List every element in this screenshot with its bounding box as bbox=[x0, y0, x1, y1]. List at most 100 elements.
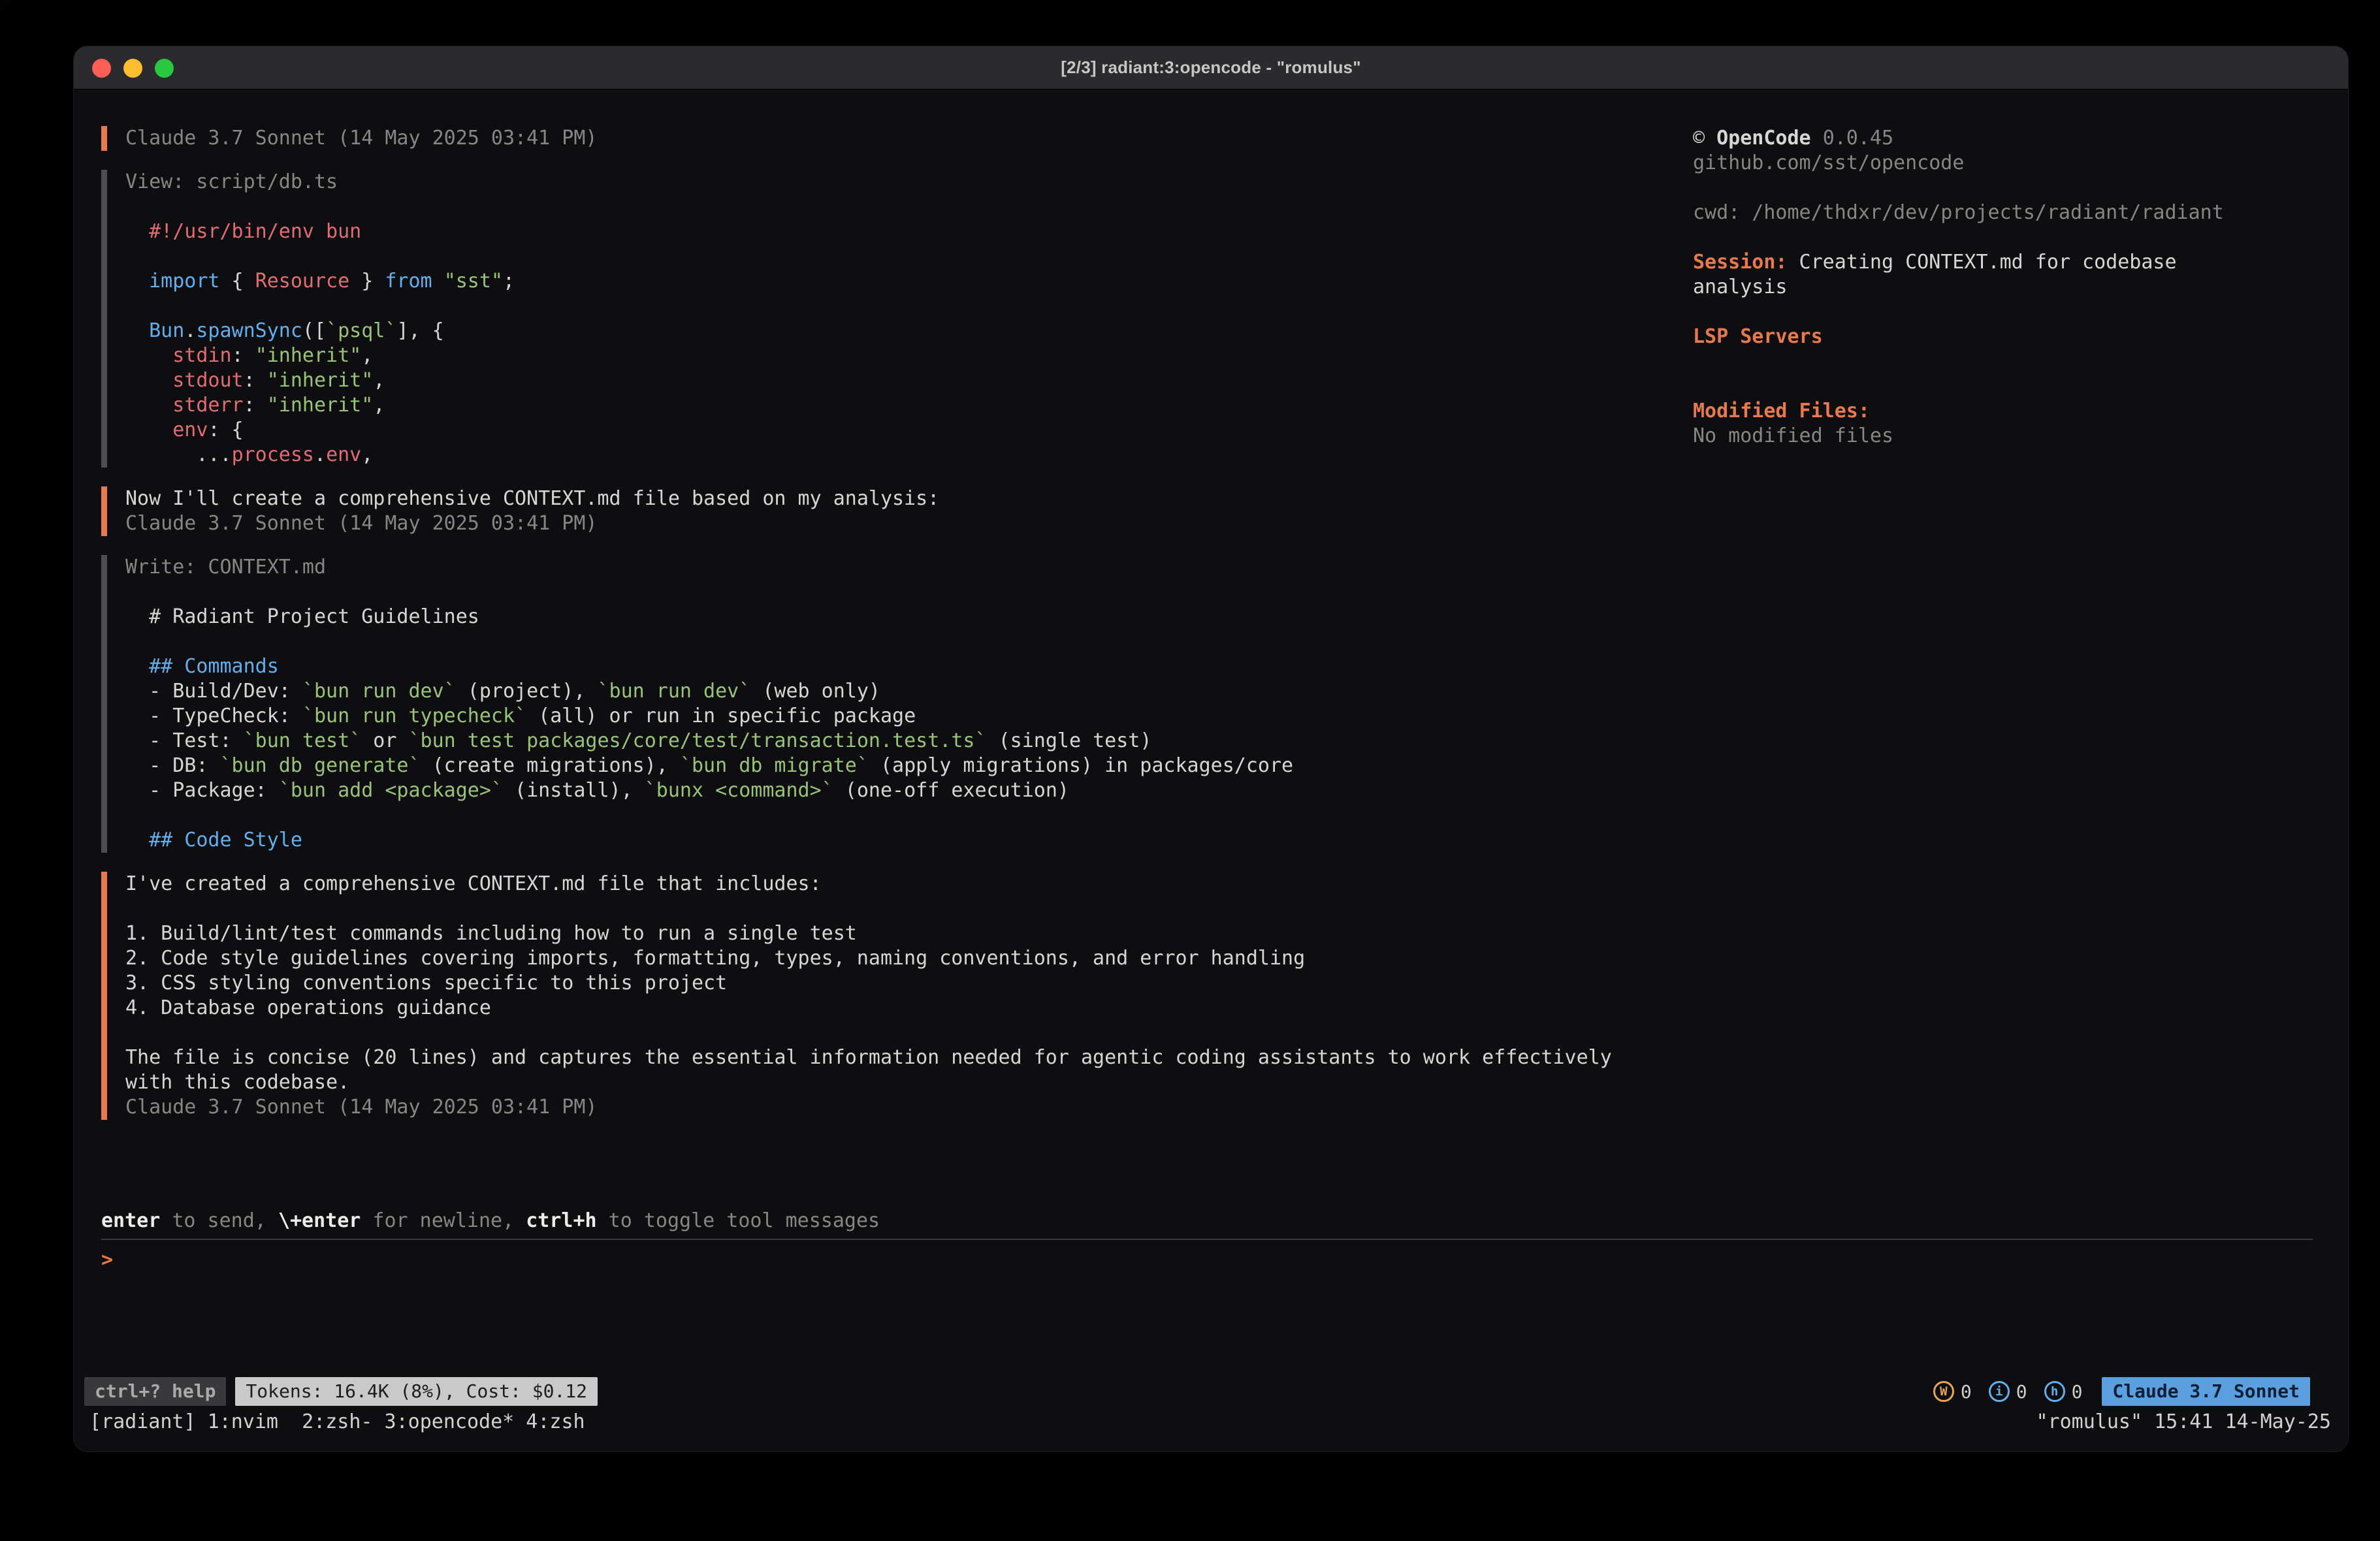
text-segment: ([ bbox=[302, 319, 326, 342]
hint-count: 0 bbox=[2072, 1381, 2083, 1403]
zoom-button[interactable] bbox=[155, 59, 174, 78]
text-segment: (install), bbox=[503, 779, 645, 802]
status-right: W 0 i 0 h 0 Claude 3.7 Sonnet bbox=[1916, 1377, 2310, 1406]
assistant-summary-text: I've created a comprehensive CONTEXT.md … bbox=[125, 872, 1693, 1095]
text-segment: : bbox=[244, 394, 267, 417]
text-segment: Bun bbox=[149, 319, 184, 342]
tmux-status-bar: [radiant] 1:nvim 2:zsh- 3:opencode* 4:zs… bbox=[74, 1407, 2348, 1436]
text-segment: `bun db generate` bbox=[220, 754, 421, 777]
text-segment: , bbox=[373, 394, 385, 417]
desktop: [2/3] radiant:3:opencode - "romulus" Cla… bbox=[0, 0, 2380, 1541]
text-line bbox=[125, 897, 1693, 921]
text-segment: 3. CSS styling conventions specific to t… bbox=[125, 972, 727, 994]
assistant-summary-block: I've created a comprehensive CONTEXT.md … bbox=[101, 872, 1693, 1120]
text-segment: `bun run dev` bbox=[302, 680, 456, 703]
text-segment: env bbox=[172, 419, 208, 441]
content-area: Claude 3.7 Sonnet (14 May 2025 03:41 PM)… bbox=[74, 89, 2348, 1209]
assistant-message-block: Now I'll create a comprehensive CONTEXT.… bbox=[101, 486, 1693, 536]
tool-view-title: View: script/db.ts bbox=[125, 170, 1693, 195]
text-line: - TypeCheck: `bun run typecheck` (all) o… bbox=[125, 704, 1693, 729]
prompt-input[interactable]: > bbox=[101, 1248, 2313, 1273]
keybind-hints: enter to send, \+enter for newline, ctrl… bbox=[101, 1209, 2313, 1233]
tool-view-block: View: script/db.ts #!/usr/bin/env bun im… bbox=[101, 170, 1693, 468]
titlebar[interactable]: [2/3] radiant:3:opencode - "romulus" bbox=[74, 46, 2348, 89]
text-line bbox=[125, 580, 1693, 605]
text-segment: #!/usr/bin/env bun bbox=[125, 220, 361, 243]
text-line: 4. Database operations guidance bbox=[125, 996, 1693, 1021]
input-separator bbox=[101, 1239, 2313, 1240]
tmux-window-list[interactable]: [radiant] 1:nvim 2:zsh- 3:opencode* 4:zs… bbox=[89, 1410, 585, 1433]
text-segment: ; bbox=[503, 270, 515, 293]
conversation-scroll-area[interactable]: Claude 3.7 Sonnet (14 May 2025 03:41 PM)… bbox=[74, 89, 1693, 1209]
brand-line: © OpenCode 0.0.45 bbox=[1693, 126, 2250, 151]
text-line: ## Code Style bbox=[125, 828, 1693, 853]
text-segment: , bbox=[361, 344, 373, 367]
text-segment: (create migrations), bbox=[421, 754, 680, 777]
text-segment: I've created a comprehensive CONTEXT.md … bbox=[125, 872, 822, 895]
text-line: with this codebase. bbox=[125, 1070, 1693, 1095]
text-segment: (single test) bbox=[987, 729, 1152, 752]
text-segment: (one-off execution) bbox=[833, 779, 1069, 802]
text-line: # Radiant Project Guidelines bbox=[125, 605, 1693, 629]
text-line bbox=[125, 244, 1693, 269]
text-segment: "inherit" bbox=[255, 344, 362, 367]
assistant-message-text: Now I'll create a comprehensive CONTEXT.… bbox=[125, 486, 1693, 511]
modified-files-heading: Modified Files: bbox=[1693, 399, 2250, 424]
text-segment: (all) or run in specific package bbox=[526, 705, 916, 727]
text-segment bbox=[125, 319, 149, 342]
brand-name: OpenCode bbox=[1716, 127, 1811, 150]
text-line: 2. Code style guidelines covering import… bbox=[125, 946, 1693, 971]
text-segment: ], { bbox=[396, 319, 443, 342]
text-segment: "inherit" bbox=[267, 369, 374, 392]
text-segment: 1. Build/lint/test commands including ho… bbox=[125, 922, 857, 945]
text-segment bbox=[125, 369, 172, 392]
text-segment: env bbox=[326, 443, 361, 466]
text-segment: 4. Database operations guidance bbox=[125, 996, 491, 1019]
text-segment: `bun db migrate` bbox=[680, 754, 869, 777]
text-line bbox=[125, 294, 1693, 319]
text-segment: `bun run typecheck` bbox=[302, 705, 526, 727]
text-segment: - TypeCheck: bbox=[125, 705, 302, 727]
text-segment bbox=[125, 270, 149, 293]
text-line: 3. CSS styling conventions specific to t… bbox=[125, 971, 1693, 996]
text-line bbox=[125, 195, 1693, 219]
tool-write-block: Write: CONTEXT.md # Radiant Project Guid… bbox=[101, 555, 1693, 853]
text-segment: process bbox=[232, 443, 314, 466]
text-segment: Resource bbox=[255, 270, 350, 293]
message-timestamp: Claude 3.7 Sonnet (14 May 2025 03:41 PM) bbox=[125, 1095, 1693, 1120]
model-badge[interactable]: Claude 3.7 Sonnet bbox=[2102, 1377, 2310, 1406]
hint-icon: h bbox=[2044, 1381, 2065, 1402]
text-segment: or bbox=[361, 729, 408, 752]
text-segment bbox=[125, 344, 172, 367]
diagnostics-warnings: W 0 bbox=[1933, 1381, 1972, 1403]
text-line: ## Commands bbox=[125, 654, 1693, 679]
text-segment: \+enter bbox=[278, 1209, 361, 1232]
message-timestamp: Claude 3.7 Sonnet (14 May 2025 03:41 PM) bbox=[125, 126, 1693, 151]
warning-count: 0 bbox=[1961, 1381, 1972, 1403]
text-line: 1. Build/lint/test commands including ho… bbox=[125, 921, 1693, 946]
text-segment: spawnSync bbox=[196, 319, 302, 342]
help-badge: ctrl+? help bbox=[84, 1377, 226, 1406]
text-segment: } bbox=[349, 270, 385, 293]
tmux-session-clock: "romulus" 15:41 14-May-25 bbox=[2036, 1410, 2331, 1433]
text-segment: stderr bbox=[172, 394, 243, 417]
text-segment: `bun test` bbox=[244, 729, 362, 752]
text-segment: , bbox=[361, 443, 373, 466]
text-segment: stdout bbox=[172, 369, 243, 392]
text-segment: `bun add <package>` bbox=[279, 779, 503, 802]
text-line: - DB: `bun db generate` (create migratio… bbox=[125, 754, 1693, 778]
text-segment: enter bbox=[101, 1209, 160, 1232]
lsp-servers-heading: LSP Servers bbox=[1693, 325, 2250, 349]
text-line: ...process.env, bbox=[125, 443, 1693, 468]
text-segment: "sst" bbox=[444, 270, 503, 293]
text-segment: stdin bbox=[172, 344, 231, 367]
session-label: Session: bbox=[1693, 251, 1788, 274]
input-empty-space bbox=[101, 1273, 2313, 1376]
text-segment bbox=[432, 270, 444, 293]
text-segment: . bbox=[314, 443, 326, 466]
close-button[interactable] bbox=[92, 59, 111, 78]
text-segment: . bbox=[184, 319, 196, 342]
prompt-icon: > bbox=[101, 1248, 113, 1271]
minimize-button[interactable] bbox=[123, 59, 142, 78]
terminal-window: [2/3] radiant:3:opencode - "romulus" Cla… bbox=[73, 46, 2349, 1452]
